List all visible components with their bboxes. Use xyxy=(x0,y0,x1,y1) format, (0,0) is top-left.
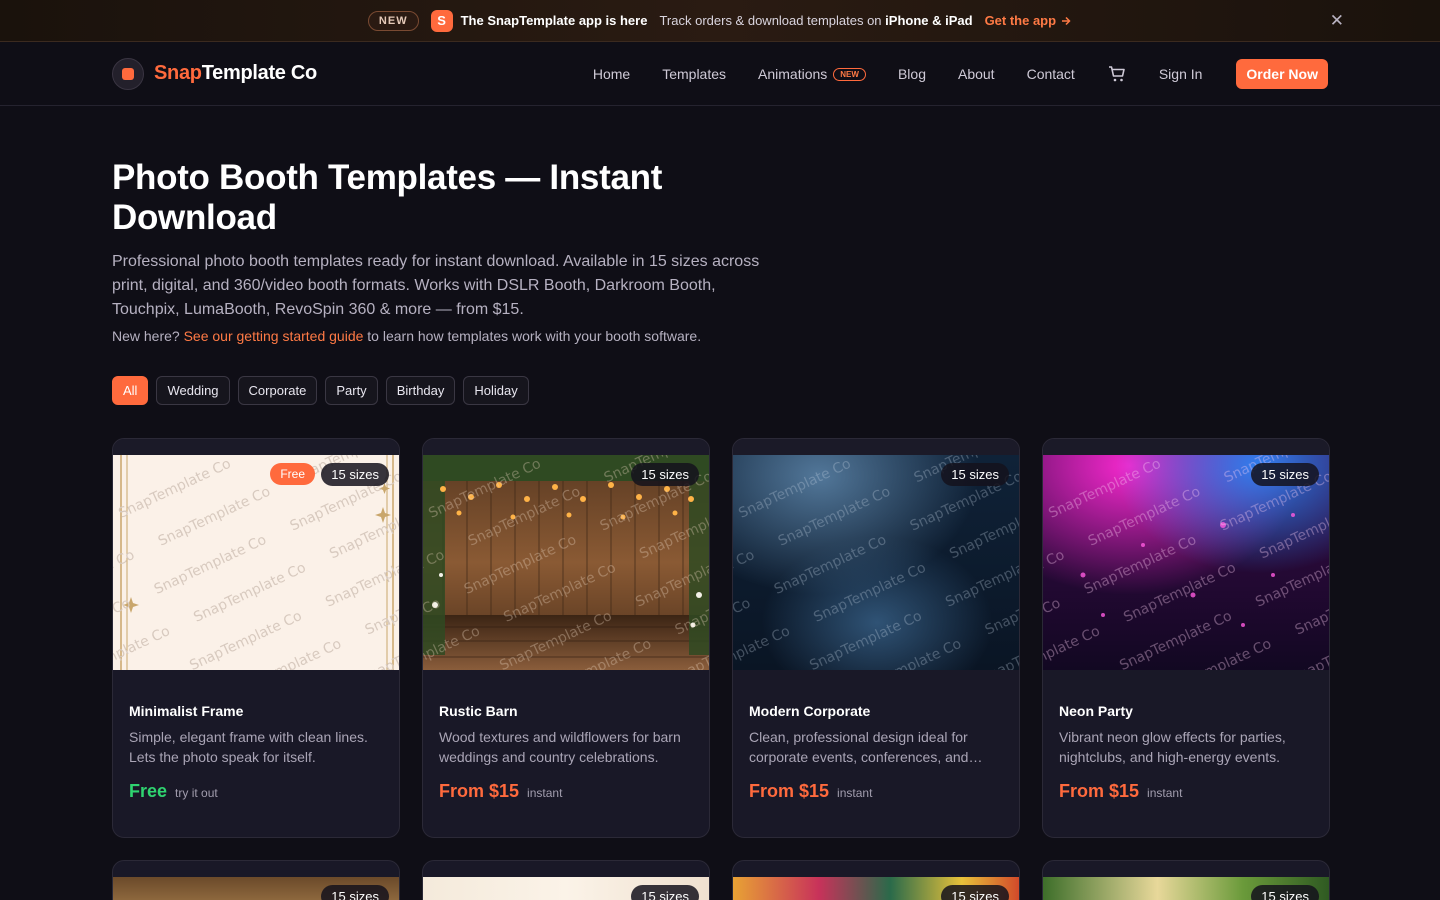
sizes-badge: 15 sizes xyxy=(941,463,1009,486)
logo-text: SnapTemplate Co xyxy=(154,62,317,84)
hero-lead: Professional photo booth templates ready… xyxy=(112,253,760,318)
template-thumbnail: SnapTemplate CoSnapTemplate CoSnapTempla… xyxy=(733,455,1019,670)
sign-in-link[interactable]: Sign In xyxy=(1159,66,1203,82)
logo-icon xyxy=(112,57,144,90)
filter-birthday[interactable]: Birthday xyxy=(385,376,456,405)
card-description: Clean, professional design ideal for cor… xyxy=(749,729,983,765)
announcement-text: Track orders & download templates on iPh… xyxy=(659,13,973,28)
sizes-badge: 15 sizes xyxy=(1251,885,1319,900)
app-icon: S xyxy=(430,9,453,32)
template-thumbnail: SnapTemplate CoSnapTemplate CoSnapTempla… xyxy=(423,455,709,670)
sizes-badge: 15 sizes xyxy=(1251,463,1319,486)
filter-all[interactable]: All xyxy=(112,376,149,405)
card-price: From $15 xyxy=(439,781,520,801)
card-description: Wood textures and wildflowers for barn w… xyxy=(439,729,681,765)
announcement-bar: NEW S The SnapTemplate app is here Track… xyxy=(0,0,1440,42)
new-tag: NEW xyxy=(833,68,866,82)
template-card-modern-corporate[interactable]: SnapTemplate Co SnapTemplate Co SnapTempla… xyxy=(732,438,1020,838)
card-title: Neon Party xyxy=(1059,703,1133,719)
filter-wedding[interactable]: Wedding xyxy=(156,376,230,405)
nav-link-home[interactable]: Home xyxy=(593,66,630,82)
filter-party[interactable]: Party xyxy=(325,376,378,405)
card-title: Rustic Barn xyxy=(439,703,518,719)
sizes-badge: 15 sizes xyxy=(321,885,389,900)
getting-started-link[interactable]: See our getting started guide xyxy=(184,328,364,344)
template-card-neon-party[interactable]: SnapTemplate Co SnapTemplate Co SnapTempla… xyxy=(1042,438,1330,838)
category-filters: All Wedding Corporate Party Birthday Hol… xyxy=(112,376,1328,405)
card-description: Vibrant neon glow effects for parties, n… xyxy=(1059,729,1286,765)
template-card[interactable]: 15 sizes xyxy=(1042,860,1330,900)
card-price: Free xyxy=(129,781,168,801)
filter-holiday[interactable]: Holiday xyxy=(463,376,529,405)
template-grid-row-2: 15 sizes 15 sizes 15 sizes 15 sizes xyxy=(112,860,1330,900)
sizes-badge: 15 sizes xyxy=(631,463,699,486)
template-card[interactable]: 15 sizes xyxy=(732,860,1020,900)
sizes-badge: 15 sizes xyxy=(941,885,1009,900)
nav-link-contact[interactable]: Contact xyxy=(1027,66,1075,82)
template-card[interactable]: 15 sizes xyxy=(112,860,400,900)
close-icon[interactable]: ✕ xyxy=(1330,11,1344,31)
card-title: Modern Corporate xyxy=(749,703,871,719)
template-card-minimalist-frame[interactable]: SnapTemplate Co SnapTemplate Co SnapTempla… xyxy=(112,438,400,838)
card-price: From $15 xyxy=(1059,781,1140,801)
price-note: try it out xyxy=(175,786,218,800)
template-grid: SnapTemplate Co SnapTemplate Co SnapTempla… xyxy=(112,438,1330,838)
nav-link-about[interactable]: About xyxy=(958,66,995,82)
order-now-button[interactable]: Order Now xyxy=(1236,58,1328,89)
new-badge: NEW xyxy=(367,10,419,31)
get-app-link[interactable]: Get the app xyxy=(985,13,1073,28)
nav-link-templates[interactable]: Templates xyxy=(662,66,726,82)
nav-link-animations[interactable]: Animations NEW xyxy=(758,66,866,82)
nav-link-blog[interactable]: Blog xyxy=(898,66,926,82)
guide-text: New here? See our getting started guide … xyxy=(112,328,702,344)
logo[interactable]: SnapTemplate Co xyxy=(112,57,317,90)
template-thumbnail: SnapTemplate CoSnapTemplate CoSnapTempla… xyxy=(113,455,399,670)
template-thumbnail: SnapTemplate CoSnapTemplate CoSnapTempla… xyxy=(1043,455,1329,670)
card-title: Minimalist Frame xyxy=(129,703,244,719)
template-card[interactable]: 15 sizes xyxy=(422,860,710,900)
arrow-right-icon xyxy=(1062,16,1071,25)
free-badge: Free xyxy=(270,463,315,485)
nav-links: Home Templates Animations NEW Blog About … xyxy=(593,58,1328,89)
cart-icon[interactable] xyxy=(1107,64,1127,84)
card-price: From $15 xyxy=(749,781,830,801)
price-note: instant xyxy=(527,786,563,800)
main-nav: SnapTemplate Co Home Templates Animation… xyxy=(0,42,1440,106)
card-description: Simple, elegant frame with clean lines. … xyxy=(129,729,368,765)
announcement-title: The SnapTemplate app is here xyxy=(460,13,648,28)
price-note: instant xyxy=(837,786,873,800)
filter-corporate[interactable]: Corporate xyxy=(237,376,318,405)
template-card-rustic-barn[interactable]: SnapTemplate CoSnapTemplate CoSnapTempla… xyxy=(422,438,710,838)
price-note: instant xyxy=(1147,786,1183,800)
sizes-badge: 15 sizes xyxy=(631,885,699,900)
page-title: Photo Booth Templates — Instant Download xyxy=(112,158,663,237)
hero-section: Photo Booth Templates — Instant Download… xyxy=(0,106,1440,405)
sizes-badge: 15 sizes xyxy=(321,463,389,486)
